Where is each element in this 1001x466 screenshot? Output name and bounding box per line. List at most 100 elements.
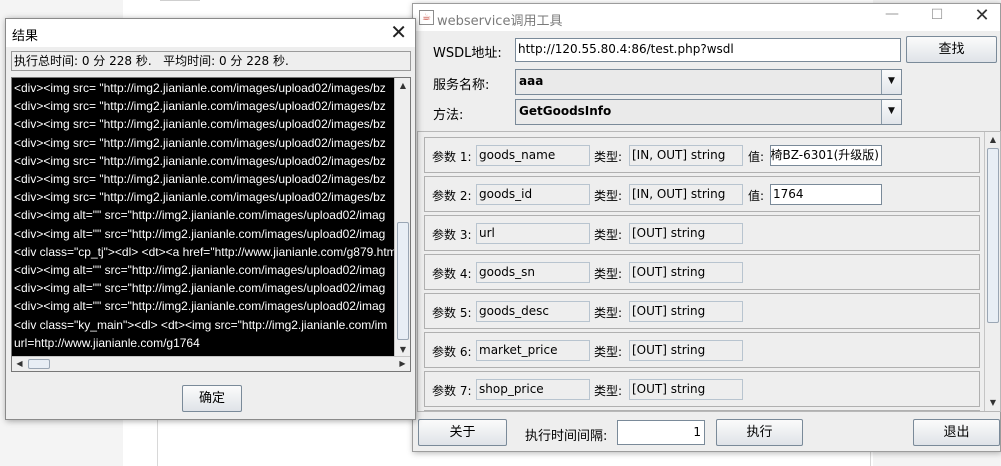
timing-summary: 执行总时间: 0 分 228 秒. 平均时间: 0 分 228 秒. bbox=[11, 51, 411, 71]
result-line: <div><img src= "http://img2.jianianle.co… bbox=[14, 99, 386, 114]
result-line: <div class="ky_main"><dl> <dt><img src="… bbox=[14, 317, 388, 332]
result-line: <div><img alt="" src="http://img2.jiania… bbox=[14, 263, 386, 278]
chevron-down-icon[interactable]: ▼ bbox=[881, 100, 901, 124]
param-row: 参数 2: goods_id 类型: [IN, OUT] string 值: 1… bbox=[424, 176, 980, 212]
param-type-field[interactable]: [OUT] string bbox=[629, 379, 743, 400]
param-row: 参数 6: market_price 类型: [OUT] string bbox=[424, 332, 980, 368]
param-label: 参数 6: bbox=[432, 345, 472, 359]
param-label: 参数 1: bbox=[432, 150, 472, 164]
result-vertical-scrollbar[interactable]: ▲ ▼ bbox=[394, 78, 410, 358]
result-line: <div><img src= "http://img2.jianianle.co… bbox=[14, 153, 386, 168]
param-name-field[interactable]: market_price bbox=[476, 340, 590, 361]
param-type-field[interactable]: [IN, OUT] string bbox=[629, 184, 743, 205]
interval-input[interactable]: 1 bbox=[617, 420, 705, 445]
confirm-button[interactable]: 确定 bbox=[182, 385, 242, 412]
scroll-right-icon[interactable]: ▶ bbox=[395, 357, 410, 371]
param-value-input[interactable]: 1764 bbox=[770, 184, 882, 205]
result-dialog: 结果 ✕ 执行总时间: 0 分 228 秒. 平均时间: 0 分 228 秒. … bbox=[5, 18, 416, 420]
param-label: 参数 7: bbox=[432, 384, 472, 398]
param-label: 参数 4: bbox=[432, 267, 472, 281]
result-line: <div><img alt="" src="http://img2.jiania… bbox=[14, 299, 386, 314]
param-type-field[interactable]: [OUT] string bbox=[629, 340, 743, 361]
run-button[interactable]: 执行 bbox=[716, 419, 803, 446]
param-type-field[interactable]: [IN, OUT] string bbox=[629, 145, 743, 166]
method-value: GetGoodsInfo bbox=[519, 104, 612, 118]
result-output-area[interactable]: <div><img src= "http://img2.jianianle.co… bbox=[11, 77, 411, 372]
find-button[interactable]: 查找 bbox=[906, 36, 997, 63]
maximize-icon[interactable]: ☐ bbox=[922, 7, 952, 23]
chevron-down-icon[interactable]: ▼ bbox=[881, 70, 901, 94]
result-horizontal-scrollbar[interactable]: ◀ ▶ bbox=[12, 356, 410, 371]
param-row: 参数 3: url 类型: [OUT] string bbox=[424, 215, 980, 251]
param-label: 参数 5: bbox=[432, 306, 472, 320]
param-type-label: 类型: bbox=[594, 267, 623, 281]
interval-label: 执行时间间隔: bbox=[525, 429, 608, 444]
method-select[interactable]: GetGoodsInfo ▼ bbox=[515, 99, 902, 125]
service-name-label: 服务名称: bbox=[433, 78, 490, 93]
result-line: <div><img src= "http://img2.jianianle.co… bbox=[14, 135, 386, 150]
param-name-field[interactable]: goods_id bbox=[476, 184, 590, 205]
scrollbar-thumb[interactable] bbox=[397, 222, 409, 340]
param-label: 参数 2: bbox=[432, 189, 472, 203]
result-line: url=http://www.jianianle.com/g1764 bbox=[14, 335, 200, 350]
result-dialog-title: 结果 bbox=[12, 29, 39, 44]
scroll-left-icon[interactable]: ◀ bbox=[12, 357, 27, 371]
service-name-select[interactable]: aaa ▼ bbox=[515, 69, 902, 95]
result-line: <div><img alt="" src="http://img2.jiania… bbox=[14, 281, 386, 296]
param-name-field[interactable]: goods_name bbox=[476, 145, 590, 166]
param-row: 参数 1: goods_name 类型: [IN, OUT] string 值:… bbox=[424, 137, 980, 173]
param-type-label: 类型: bbox=[594, 345, 623, 359]
param-type-label: 类型: bbox=[594, 228, 623, 242]
result-line: <div><img alt="" src="http://img2.jiania… bbox=[14, 208, 386, 223]
param-name-field[interactable]: shop_price bbox=[476, 379, 590, 400]
param-type-field[interactable]: [OUT] string bbox=[629, 223, 743, 244]
param-value-label: 值: bbox=[748, 150, 765, 164]
param-type-label: 类型: bbox=[594, 150, 623, 164]
param-row bbox=[424, 410, 980, 411]
param-row: 参数 5: goods_desc 类型: [OUT] string bbox=[424, 293, 980, 329]
param-value-label: 值: bbox=[748, 189, 765, 203]
about-button[interactable]: 关于 bbox=[418, 419, 507, 446]
result-line: <div><img src= "http://img2.jianianle.co… bbox=[14, 190, 386, 205]
param-value-input[interactable]: 折叠椅BZ-6301(升级版) bbox=[770, 145, 882, 166]
result-line: <div><img src= "http://img2.jianianle.co… bbox=[14, 117, 386, 132]
service-name-value: aaa bbox=[519, 74, 544, 88]
param-row: 参数 7: shop_price 类型: [OUT] string bbox=[424, 371, 980, 407]
param-type-label: 类型: bbox=[594, 189, 623, 203]
param-name-field[interactable]: goods_desc bbox=[476, 301, 590, 322]
scrollbar-thumb[interactable] bbox=[987, 148, 999, 323]
param-name-field[interactable]: goods_sn bbox=[476, 262, 590, 283]
close-icon[interactable]: ✕ bbox=[967, 5, 997, 26]
ws-window-title: webservice调用工具 bbox=[437, 14, 563, 29]
result-titlebar[interactable]: 结果 ✕ bbox=[6, 19, 415, 47]
result-text[interactable]: <div><img src= "http://img2.jianianle.co… bbox=[12, 78, 395, 358]
scroll-up-icon[interactable]: ▲ bbox=[395, 78, 411, 94]
param-type-label: 类型: bbox=[594, 384, 623, 398]
params-panel: 参数 1: goods_name 类型: [IN, OUT] string 值:… bbox=[417, 131, 1001, 412]
minimize-icon[interactable]: — bbox=[877, 6, 907, 22]
wsdl-input[interactable]: http://120.55.80.4:86/test.php?wsdl bbox=[515, 38, 901, 62]
param-row: 参数 4: goods_sn 类型: [OUT] string bbox=[424, 254, 980, 290]
param-label: 参数 3: bbox=[432, 228, 472, 242]
scroll-down-icon[interactable]: ▼ bbox=[985, 395, 1000, 411]
result-line: <div><img src= "http://img2.jianianle.co… bbox=[14, 81, 386, 95]
ws-titlebar[interactable]: ☕ webservice调用工具 — ☐ ✕ bbox=[413, 4, 1000, 31]
background-divider bbox=[160, 0, 200, 1]
param-type-field[interactable]: [OUT] string bbox=[629, 262, 743, 283]
param-name-field[interactable]: url bbox=[476, 223, 590, 244]
close-icon[interactable]: ✕ bbox=[390, 21, 407, 43]
background-divider bbox=[157, 420, 158, 466]
scrollbar-thumb[interactable] bbox=[28, 359, 50, 369]
result-line: <div><img src= "http://img2.jianianle.co… bbox=[14, 172, 386, 187]
java-app-icon: ☕ bbox=[419, 10, 434, 25]
result-body: 执行总时间: 0 分 228 秒. 平均时间: 0 分 228 秒. <div>… bbox=[6, 47, 415, 419]
wsdl-label: WSDL地址: bbox=[433, 46, 502, 61]
param-type-field[interactable]: [OUT] string bbox=[629, 301, 743, 322]
webservice-tool-window: ☕ webservice调用工具 — ☐ ✕ WSDL地址: http://12… bbox=[412, 3, 1001, 452]
params-scrollbar[interactable]: ▲ ▼ bbox=[984, 132, 1000, 411]
param-type-label: 类型: bbox=[594, 306, 623, 320]
method-label: 方法: bbox=[433, 108, 464, 123]
exit-button[interactable]: 退出 bbox=[913, 419, 1000, 446]
result-line: <div class="cp_tj"><dl> <dt><a href="htt… bbox=[14, 244, 395, 259]
scroll-up-icon[interactable]: ▲ bbox=[985, 132, 1000, 148]
